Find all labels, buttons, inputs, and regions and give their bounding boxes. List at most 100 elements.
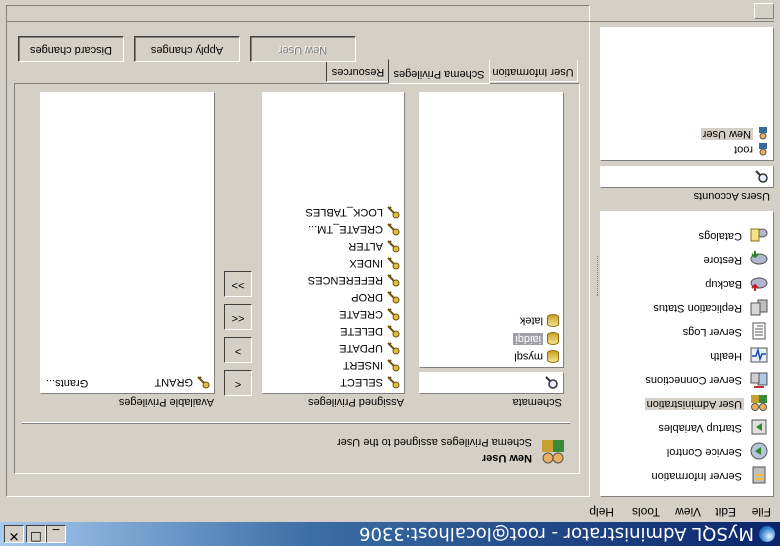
privilege-label: UPDATE	[339, 342, 383, 355]
backup-icon	[750, 277, 768, 291]
tab-label: Schema Privileges	[393, 68, 485, 80]
schema-item-iaidqi[interactable]: iaidqi	[513, 332, 559, 345]
assigned-privileges-list: SELECT INSERT UPDATE DELETE CREATE DROP …	[262, 92, 405, 394]
privilege-label: ALTER	[348, 240, 383, 253]
user-item-new-user[interactable]: New User	[700, 127, 769, 140]
key-icon	[387, 308, 400, 321]
header-divider	[22, 422, 570, 424]
nav-label: Server Information	[651, 470, 742, 482]
schema-item-mysql[interactable]: mysql	[514, 350, 559, 363]
schema-label: latek	[519, 314, 543, 327]
splitter-handle[interactable]	[594, 256, 598, 296]
nav-item-server-connections[interactable]: Server Connections	[599, 368, 769, 390]
schema-label: iaidqi	[513, 332, 543, 345]
schema-label: mysql	[514, 350, 543, 363]
privilege-label: INSERT	[342, 359, 383, 372]
nav-item-user-administration[interactable]: User Administration	[599, 392, 769, 414]
nav-label: Service Control	[666, 446, 742, 458]
tab-user-information[interactable]: User Information	[488, 60, 578, 82]
apply-changes-button[interactable]: Apply changes	[134, 36, 240, 62]
privilege-item[interactable]: DROP	[351, 287, 400, 304]
catalogs-icon	[750, 228, 768, 242]
new-user-button[interactable]: New User	[250, 36, 356, 62]
menu-help[interactable]: Help	[589, 505, 614, 519]
nav-label: Replication Status	[653, 302, 742, 314]
menu-file[interactable]: File	[752, 505, 771, 519]
nav-label: User Administration	[644, 398, 744, 410]
key-icon	[387, 325, 400, 338]
add-privilege-button[interactable]: <	[224, 370, 252, 396]
tab-resources[interactable]: Resources	[326, 60, 390, 82]
menu-view[interactable]: View	[675, 505, 701, 519]
nav-item-health[interactable]: Health	[599, 344, 769, 366]
remove-all-privileges-button[interactable]: >>	[224, 271, 252, 297]
menu-tools[interactable]: Tools	[632, 505, 660, 519]
privilege-item[interactable]: ALTER	[348, 236, 400, 253]
nav-item-server-information[interactable]: Server Information	[599, 464, 769, 486]
replication-status-icon	[750, 299, 768, 316]
user-icon	[759, 127, 767, 140]
remove-privilege-button[interactable]: >	[224, 337, 252, 363]
schemata-search-box[interactable]	[419, 372, 564, 394]
privilege-item[interactable]: INDEX	[349, 253, 400, 270]
tab-schema-privileges[interactable]: Schema Privileges	[388, 59, 490, 84]
title-bar[interactable]: MySQL Administrator - root@localhost:330…	[0, 522, 780, 546]
user-label: New User	[700, 127, 753, 140]
privilege-label: DELETE	[340, 325, 383, 338]
add-all-privileges-button[interactable]: <<	[224, 304, 252, 330]
status-bar	[6, 3, 774, 22]
nav-panel: Server Information Service Control Start…	[600, 211, 774, 497]
user-label: root	[734, 143, 753, 156]
minimize-button[interactable]: _	[46, 525, 66, 543]
nav-item-replication-status[interactable]: Replication Status	[599, 296, 769, 318]
nav-label: Restore	[703, 254, 742, 266]
nav-item-restore[interactable]: Restore	[599, 248, 769, 270]
schema-item-latek[interactable]: latek	[520, 314, 559, 327]
header-subtitle: Schema Privileges assigned to the User	[336, 436, 532, 448]
key-icon	[197, 376, 210, 389]
privilege-item[interactable]: UPDATE	[339, 338, 400, 355]
privilege-item[interactable]: REFERENCES	[308, 270, 400, 287]
key-icon	[387, 291, 400, 304]
privilege-item[interactable]: SELECT	[340, 372, 400, 389]
nav-item-server-logs[interactable]: Server Logs	[599, 320, 769, 342]
privilege-item[interactable]: CREATE_TM...	[308, 219, 400, 236]
privilege-item[interactable]: DELETE	[340, 321, 400, 338]
nav-item-catalogs[interactable]: Catalogs	[599, 224, 769, 246]
maximize-button[interactable]: ☐	[26, 525, 46, 543]
nav-item-backup[interactable]: Backup	[599, 272, 769, 294]
users-search-box[interactable]	[600, 166, 774, 188]
server-connections-icon	[750, 372, 768, 388]
nav-item-startup-variables[interactable]: Startup Variables	[599, 416, 769, 438]
key-icon	[387, 257, 400, 270]
search-icon	[545, 376, 558, 389]
key-icon	[387, 342, 400, 355]
key-icon	[387, 223, 400, 236]
available-privileges-label: Available Privileges	[118, 396, 214, 408]
available-privileges-list: GRANT Grants...	[40, 92, 215, 394]
search-icon	[755, 170, 768, 183]
menu-edit[interactable]: Edit	[715, 505, 736, 519]
tab-label: User Information	[492, 66, 574, 78]
privilege-item[interactable]: LOCK_TABLES	[306, 202, 400, 219]
privilege-label: INDEX	[349, 257, 383, 270]
schemata-list: mysql iaidqi latek	[419, 92, 564, 368]
server-logs-icon	[752, 322, 766, 340]
privilege-label: CREATE	[339, 308, 383, 321]
privilege-item[interactable]: INSERT	[343, 355, 400, 372]
key-icon	[387, 240, 400, 253]
user-item-root[interactable]: root	[734, 143, 769, 156]
nav-label: Health	[710, 350, 742, 362]
available-privilege-item[interactable]: GRANT Grants...	[46, 372, 210, 389]
close-button[interactable]: ✕	[4, 525, 24, 543]
user-icon	[759, 143, 767, 156]
database-icon	[547, 314, 559, 327]
schemata-label: Schemata	[512, 396, 562, 408]
privilege-item[interactable]: CREATE	[339, 304, 400, 321]
nav-item-service-control[interactable]: Service Control	[599, 440, 769, 462]
server-information-icon	[752, 466, 766, 484]
window-title: MySQL Administrator - root@localhost:330…	[359, 523, 754, 544]
header-user-name: New User	[481, 452, 532, 464]
privilege-description: Grants...	[46, 377, 89, 389]
discard-changes-button[interactable]: Discard changes	[18, 36, 124, 62]
